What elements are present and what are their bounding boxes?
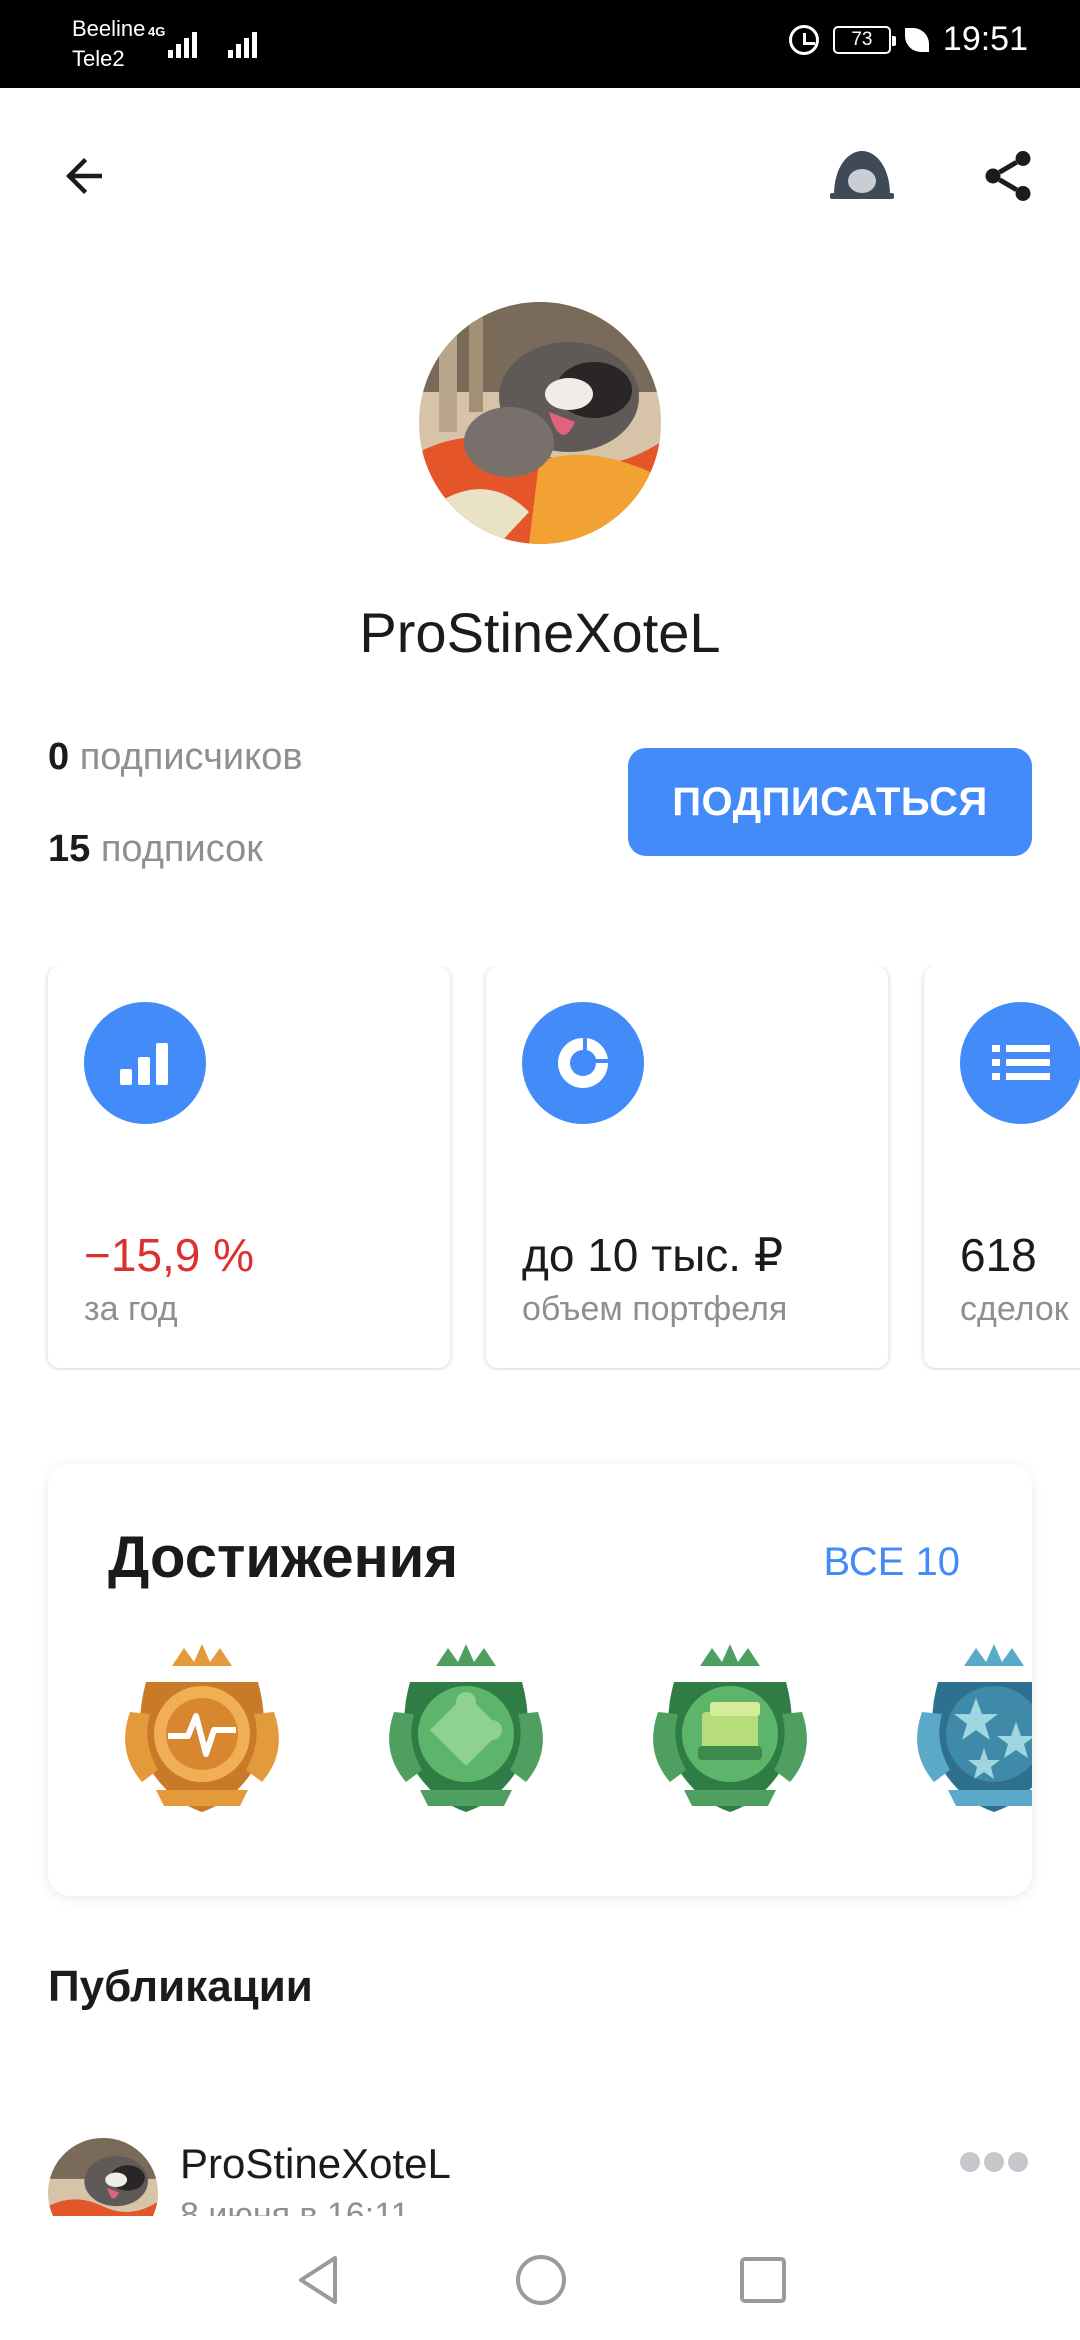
alarm-icon: [788, 24, 819, 55]
hat-icon: [830, 151, 894, 199]
profile-avatar[interactable]: [419, 302, 661, 544]
more-options-button[interactable]: [960, 2152, 1028, 2172]
share-button[interactable]: [972, 140, 1044, 212]
clock: 19:51: [942, 20, 1028, 58]
followers-stat[interactable]: 0 подписчиков: [48, 736, 303, 779]
carrier-1: Beeline: [72, 16, 146, 41]
post-avatar[interactable]: [48, 2138, 158, 2216]
network-type: 4G: [148, 24, 166, 39]
post-header[interactable]: ProStineXoteL 8 июня в 16:11: [0, 2132, 1080, 2216]
followers-count: 0: [48, 736, 70, 778]
square-recents-icon: [740, 2257, 786, 2303]
card-deals[interactable]: 618 сделок: [924, 966, 1080, 1368]
achievements-card: Достижения ВСЕ 10: [48, 1464, 1032, 1896]
subscribe-button[interactable]: ПОДПИСАТЬСЯ: [628, 748, 1032, 856]
bar-chart-icon: [84, 1002, 206, 1124]
battery-saver-icon: [904, 27, 929, 52]
yearly-return-value: −15,9 %: [84, 1229, 255, 1281]
stars-badge-icon[interactable]: [904, 1642, 1032, 1822]
money-badge-icon[interactable]: [640, 1642, 820, 1822]
top-app-bar: [0, 88, 1080, 258]
following-stat[interactable]: 15 подписок: [48, 828, 263, 871]
deals-value: 618: [960, 1229, 1037, 1281]
signal-icon: [228, 26, 257, 58]
deals-label: сделок: [960, 1290, 1069, 1328]
raccoon-avatar-image: [419, 302, 661, 544]
dot-icon: [960, 2152, 980, 2172]
card-yearly-return[interactable]: −15,9 % за год: [48, 966, 450, 1368]
dot-icon: [1008, 2152, 1028, 2172]
incognito-button[interactable]: [826, 140, 898, 212]
followers-label: подписчиков: [79, 736, 303, 778]
achievements-all-link[interactable]: ВСЕ 10: [823, 1540, 960, 1585]
carrier-2: Tele2: [72, 46, 125, 71]
portfolio-size-label: объем портфеля: [522, 1290, 788, 1328]
donut-chart-icon: [522, 1002, 644, 1124]
post-date: 8 июня в 16:11: [180, 2196, 410, 2216]
back-button[interactable]: [48, 140, 120, 212]
battery-icon: 73: [832, 25, 896, 54]
following-count: 15: [48, 828, 91, 870]
arrow-left-icon: [66, 158, 102, 194]
circle-home-icon: [516, 2255, 566, 2305]
publications-title: Публикации: [48, 1962, 313, 2011]
puzzle-badge-icon[interactable]: [376, 1642, 556, 1822]
nav-home-button[interactable]: [505, 2244, 577, 2316]
triangle-back-icon: [299, 2256, 337, 2304]
share-icon: [985, 151, 1031, 201]
list-icon: [960, 1002, 1080, 1124]
pulse-badge-icon[interactable]: [112, 1642, 292, 1822]
metric-cards: −15,9 % за год до 10 тыс. ₽ объем портфе…: [0, 966, 1080, 1370]
status-bar: Beeline Tele2 4G 73 19:51: [0, 0, 1080, 88]
yearly-return-label: за год: [84, 1290, 178, 1328]
carrier-names: Beeline Tele2: [72, 14, 145, 74]
achievements-title: Достижения: [108, 1525, 459, 1590]
raccoon-avatar-image: [48, 2138, 158, 2216]
post-author[interactable]: ProStineXoteL: [180, 2140, 451, 2188]
following-label: подписок: [100, 828, 263, 870]
nav-recents-button[interactable]: [727, 2244, 799, 2316]
portfolio-size-value: до 10 тыс. ₽: [522, 1229, 784, 1281]
dot-icon: [984, 2152, 1004, 2172]
card-portfolio-size[interactable]: до 10 тыс. ₽ объем портфеля: [486, 966, 888, 1368]
nav-back-button[interactable]: [283, 2244, 355, 2316]
system-nav-bar: [0, 2220, 1080, 2340]
status-right: 73 19:51: [788, 20, 1028, 59]
profile-username: ProStineXoteL: [359, 601, 721, 664]
signal-icon: [168, 26, 197, 58]
